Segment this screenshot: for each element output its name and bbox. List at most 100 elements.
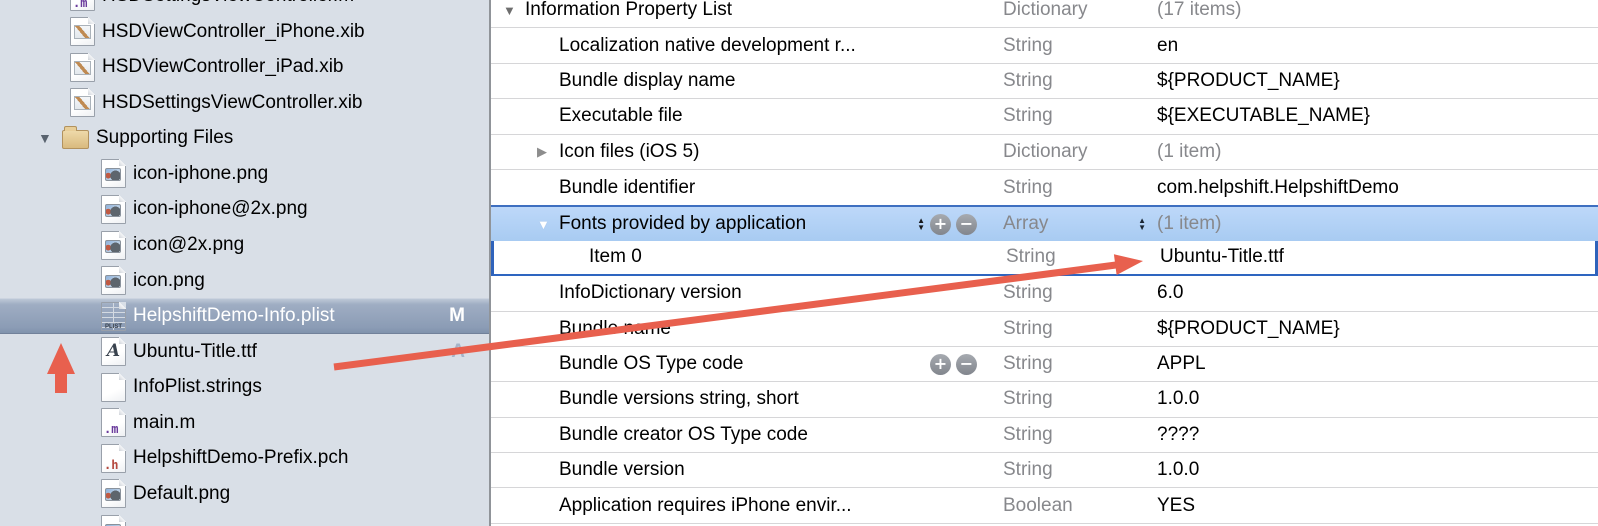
sidebar-item-icon-png[interactable]: icon.png <box>0 263 489 299</box>
plist-value-cell[interactable]: Ubuntu-Title.ttf <box>1157 241 1595 274</box>
plist-type-cell: String <box>1001 170 1154 205</box>
plist-row-item-0[interactable]: Item 0 String Ubuntu-Title.ttf <box>491 241 1598 276</box>
plist-value-label: com.helpshift.HelpshiftDemo <box>1157 177 1399 199</box>
value-stepper[interactable]: ▲▼ <box>917 217 925 231</box>
sidebar-item-label: Ubuntu-Title.ttf <box>133 341 257 363</box>
sidebar-item-icon-2x-png[interactable]: icon@2x.png <box>0 227 489 263</box>
plist-row-bundle-os-type-code[interactable]: Bundle OS Type code +− String APPL <box>491 347 1598 382</box>
disclosure-triangle-down-icon[interactable]: ▼ <box>537 218 559 231</box>
plist-key-label: Information Property List <box>525 0 732 21</box>
plist-row-infodictionary-version[interactable]: InfoDictionary version String 6.0 <box>491 276 1598 311</box>
plist-row-localization-native-development-r[interactable]: Localization native development r... Str… <box>491 28 1598 63</box>
sidebar-item-infoplist-strings[interactable]: InfoPlist.strings <box>0 369 489 405</box>
sidebar-item-label: HelpshiftDemo-Prefix.pch <box>133 447 348 469</box>
minus-row-button[interactable]: − <box>956 354 977 375</box>
sidebar-item-hsdviewcontroller-iphone-xib[interactable]: HSDViewController_iPhone.xib <box>0 14 489 50</box>
image-file-icon <box>101 195 126 224</box>
plist-key-label: Fonts provided by application <box>559 213 806 235</box>
sidebar-item-hsdsettingsviewcontroller-xib[interactable]: HSDSettingsViewController.xib <box>0 85 489 121</box>
plist-row-bundle-versions-string-short[interactable]: Bundle versions string, short String 1.0… <box>491 382 1598 417</box>
plist-key-cell: Bundle identifier <box>491 170 1001 205</box>
plist-key-label: InfoDictionary version <box>559 282 742 304</box>
disclosure-triangle-right-icon[interactable]: ▶ <box>537 145 559 158</box>
disclosure-triangle-down-icon[interactable]: ▼ <box>503 4 525 17</box>
plist-row-icon-files-ios-5[interactable]: ▶ Icon files (iOS 5) Dictionary (1 item) <box>491 135 1598 170</box>
plist-type-cell: String <box>1001 312 1154 346</box>
plist-row-fonts-provided-by-application[interactable]: ▼ Fonts provided by application ▲▼+− Arr… <box>491 205 1598 240</box>
plist-type-label: String <box>1003 388 1053 410</box>
plist-value-label: ${PRODUCT_NAME} <box>1157 70 1340 92</box>
image-file-icon <box>101 159 126 188</box>
sidebar-item-helpshiftdemo-prefix-pch[interactable]: HelpshiftDemo-Prefix.pch <box>0 441 489 477</box>
plist-value-cell[interactable]: (1 item) <box>1154 207 1598 240</box>
plist-type-cell: String <box>1001 418 1154 452</box>
plist-type-cell: String <box>1001 347 1154 381</box>
plist-key-label: Localization native development r... <box>559 35 856 57</box>
plist-value-cell[interactable]: (1 item) <box>1154 135 1598 169</box>
sidebar-item-supporting-files[interactable]: ▼ Supporting Files <box>0 121 489 157</box>
plist-row-bundle-creator-os-type-code[interactable]: Bundle creator OS Type code String ???? <box>491 418 1598 453</box>
plist-row-information-property-list[interactable]: ▼ Information Property List Dictionary (… <box>491 0 1598 28</box>
sidebar-item-hsdviewcontroller-ipad-xib[interactable]: HSDViewController_iPad.xib <box>0 50 489 86</box>
plist-type-label: String <box>1003 459 1053 481</box>
plist-row-bundle-display-name[interactable]: Bundle display name String ${PRODUCT_NAM… <box>491 64 1598 99</box>
plist-type-label: String <box>1003 105 1053 127</box>
plist-value-cell[interactable]: com.helpshift.HelpshiftDemo <box>1154 170 1598 205</box>
plist-type-label: String <box>1003 282 1053 304</box>
minus-row-button[interactable]: − <box>956 214 977 235</box>
plist-value-label: 1.0.0 <box>1157 459 1199 481</box>
plist-value-cell[interactable]: (17 items) <box>1154 0 1598 27</box>
folder-icon <box>62 130 89 149</box>
plist-type-label: Dictionary <box>1003 0 1087 21</box>
plist-value-cell[interactable]: APPL <box>1154 347 1598 381</box>
plist-value-cell[interactable]: 1.0.0 <box>1154 453 1598 487</box>
plist-value-cell[interactable]: ${PRODUCT_NAME} <box>1154 312 1598 346</box>
stepper-down-icon[interactable]: ▼ <box>917 224 925 231</box>
row-edit-controls: +− <box>930 354 977 375</box>
sidebar-item-hsdsettingsviewcontroller-m[interactable]: HSDSettingsViewController.m <box>0 0 489 14</box>
plist-value-cell[interactable]: 6.0 <box>1154 276 1598 310</box>
value-stepper[interactable]: ▲▼ <box>1138 217 1146 231</box>
plist-key-cell: Bundle name <box>491 312 1001 346</box>
sidebar-item-main-m[interactable]: main.m <box>0 405 489 441</box>
plist-value-label: ${PRODUCT_NAME} <box>1157 318 1340 340</box>
plist-value-cell[interactable]: ${EXECUTABLE_NAME} <box>1154 99 1598 133</box>
plist-key-label: Executable file <box>559 105 683 127</box>
plus-row-button[interactable]: + <box>930 214 951 235</box>
plist-value-label: 6.0 <box>1157 282 1183 304</box>
sidebar-item-default-png[interactable]: Default.png <box>0 476 489 512</box>
plist-key-label: Bundle display name <box>559 70 735 92</box>
m-file-icon <box>101 408 126 437</box>
text-file-icon <box>101 373 126 402</box>
image-file-icon <box>101 515 126 526</box>
project-navigator-list: HSDSettingsViewController.m HSDViewContr… <box>0 0 489 526</box>
plist-type-cell: String <box>1001 99 1154 133</box>
plist-type-label: Boolean <box>1003 495 1073 517</box>
stepper-down-icon[interactable]: ▼ <box>1138 224 1146 231</box>
plist-editor: ▼ Information Property List Dictionary (… <box>491 0 1598 526</box>
plist-type-cell: Dictionary <box>1001 135 1154 169</box>
plist-row-bundle-version[interactable]: Bundle version String 1.0.0 <box>491 453 1598 488</box>
sidebar-item-label: icon-iphone@2x.png <box>133 198 308 220</box>
source-control-status-badge: A <box>451 341 465 363</box>
plist-value-cell[interactable]: en <box>1154 28 1598 62</box>
plist-value-cell[interactable]: ???? <box>1154 418 1598 452</box>
sidebar-item-icon-iphone-png[interactable]: icon-iphone.png <box>0 156 489 192</box>
plus-row-button[interactable]: + <box>930 354 951 375</box>
sidebar-item-helpshiftdemo-info-plist[interactable]: HelpshiftDemo-Info.plist M <box>0 298 489 334</box>
sidebar-item-label: Supporting Files <box>96 127 233 149</box>
plist-row-executable-file[interactable]: Executable file String ${EXECUTABLE_NAME… <box>491 99 1598 134</box>
plist-row-bundle-name[interactable]: Bundle name String ${PRODUCT_NAME} <box>491 312 1598 347</box>
plist-value-cell[interactable]: YES <box>1154 488 1598 522</box>
plist-row-bundle-identifier[interactable]: Bundle identifier String com.helpshift.H… <box>491 170 1598 205</box>
disclosure-triangle-down-icon[interactable]: ▼ <box>38 131 62 145</box>
sidebar-item-icon-iphone-2x-png[interactable]: icon-iphone@2x.png <box>0 192 489 228</box>
plist-value-cell[interactable]: 1.0.0 <box>1154 382 1598 416</box>
plist-row-application-requires-iphone-envir[interactable]: Application requires iPhone envir... Boo… <box>491 488 1598 523</box>
plist-key-label: Application requires iPhone envir... <box>559 495 852 517</box>
sidebar-item-partial[interactable] <box>0 512 489 526</box>
plist-value-label: (1 item) <box>1157 141 1221 163</box>
sidebar-item-ubuntu-title-ttf[interactable]: Ubuntu-Title.ttf A <box>0 334 489 370</box>
plist-key-cell: InfoDictionary version <box>491 276 1001 310</box>
plist-value-cell[interactable]: ${PRODUCT_NAME} <box>1154 64 1598 98</box>
